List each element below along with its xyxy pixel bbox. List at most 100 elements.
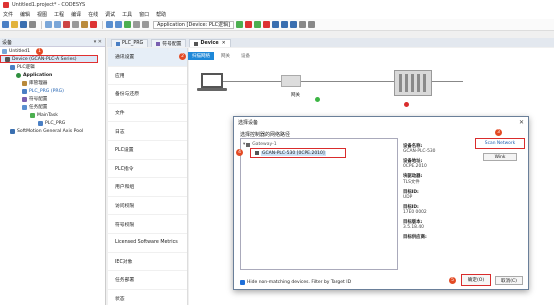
tree-item-plc-logic[interactable]: PLC逻辑	[0, 63, 105, 71]
rebuild-icon[interactable]	[142, 21, 149, 28]
tree-label: PLC_PRG	[45, 120, 66, 126]
breakpoint-icon[interactable]	[299, 21, 307, 28]
nav-label: 备份与还原	[115, 92, 139, 98]
gateway-icon[interactable]	[281, 75, 301, 87]
undo-icon[interactable]	[45, 21, 52, 28]
nav-item-symbol-rights[interactable]: 符号权限	[108, 215, 187, 234]
paste-icon[interactable]	[81, 21, 88, 28]
delete-icon[interactable]	[90, 21, 97, 28]
tree-item-softmotion[interactable]: SoftMotion General Axis Pool	[0, 127, 105, 135]
scan-network-button[interactable]: Scan Network	[475, 138, 525, 149]
dialog-title-bar: 选择设备 ✕	[234, 117, 528, 127]
step-out-icon[interactable]	[290, 21, 298, 28]
tree-item-device[interactable]: Device (GCAN-PLC-A Series)	[0, 55, 98, 63]
tab-plc-prg[interactable]: PLC_PRG	[111, 39, 149, 47]
copy-icon[interactable]	[72, 21, 79, 28]
nav-item-plc-settings[interactable]: PLC设置	[108, 141, 187, 160]
print-icon[interactable]	[29, 21, 36, 28]
stop-icon[interactable]	[263, 21, 271, 28]
symbol-config-icon	[156, 41, 161, 46]
nav-item-users-groups[interactable]: 用户和组	[108, 178, 187, 197]
step-into-icon[interactable]	[281, 21, 289, 28]
menu-tools[interactable]: 工具	[122, 11, 132, 18]
tree-item-maintask[interactable]: MainTask	[0, 111, 105, 119]
step-marker: 3	[495, 129, 502, 136]
tree-item-plc-prg[interactable]: PLC_PRG (PRG)	[0, 87, 105, 95]
expand-icon[interactable]: ▾	[243, 142, 245, 147]
login-icon[interactable]	[236, 21, 244, 28]
menu-project[interactable]: 工程	[54, 11, 64, 18]
editor-tab-bar: PLC_PRG 符号配置 Device ✕	[107, 38, 554, 47]
find-icon[interactable]	[106, 21, 113, 28]
menu-file[interactable]: 文件	[3, 11, 13, 18]
library-icon	[22, 80, 27, 86]
open-folder-icon[interactable]	[11, 21, 18, 28]
gateway-icon	[246, 142, 251, 147]
plc-slot	[405, 74, 408, 92]
wink-button[interactable]: Wink	[483, 153, 517, 161]
tree-item-project[interactable]: Untitled1 1	[0, 47, 105, 55]
new-project-icon[interactable]	[2, 21, 9, 28]
cancel-button[interactable]: 取消(C)	[495, 276, 523, 285]
device-list[interactable]: ▾ Gateway-1 4 GCAN-PLC-530 [0CPE.2010]	[236, 138, 398, 270]
menu-view[interactable]: 视图	[37, 11, 47, 18]
nav-item-files[interactable]: 文件	[108, 104, 187, 123]
device-panel-header: 设备 ▾ ✕	[0, 38, 105, 47]
select-device-dialog: 选择设备 ✕ 选择控制器的网络路径 ▾ Gateway-1 4 GCAN-PLC…	[233, 116, 529, 290]
menu-build[interactable]: 编译	[71, 11, 81, 18]
tree-item-symbol-config[interactable]: 符号配置	[0, 95, 105, 103]
nav-item-access-rights[interactable]: 访问权限	[108, 197, 187, 216]
logout-icon[interactable]	[245, 21, 253, 28]
menu-help[interactable]: 帮助	[156, 11, 166, 18]
tree-item-task-config[interactable]: 任务配置	[0, 103, 105, 111]
nav-item-backup-restore[interactable]: 备份与还原	[108, 85, 187, 104]
replace-icon[interactable]	[115, 21, 122, 28]
panel-controls-icon[interactable]: ▾ ✕	[94, 39, 102, 45]
nav-label: 通讯设置	[115, 55, 135, 61]
tab-symbol-config[interactable]: 符号配置	[151, 39, 187, 47]
plc-device-image[interactable]	[394, 70, 432, 96]
plc-slot	[417, 74, 420, 92]
tree-label: 库管理器	[29, 81, 48, 86]
menu-online[interactable]: 在线	[88, 11, 98, 18]
tree-label: Untitled1	[9, 48, 31, 54]
plc-slot	[423, 74, 426, 92]
tree-item-application[interactable]: Application	[0, 71, 105, 79]
start-icon[interactable]	[254, 21, 262, 28]
save-icon[interactable]	[20, 21, 27, 28]
close-tab-icon[interactable]: ✕	[222, 41, 226, 46]
device-address-value: 0CPE.2010	[403, 164, 427, 169]
tree-item-library-manager[interactable]: 库管理器	[0, 79, 105, 87]
tree-label: MainTask	[37, 112, 58, 118]
step-over-icon[interactable]	[272, 21, 280, 28]
bookmark-icon[interactable]	[124, 21, 131, 28]
nav-item-task-deployment[interactable]: 任务部署	[108, 271, 187, 290]
menu-edit[interactable]: 编辑	[20, 11, 30, 18]
menu-window[interactable]: 窗口	[139, 11, 149, 18]
active-application-combo[interactable]: Application [Device: PLC逻辑]	[153, 20, 235, 29]
nav-item-plc-shell[interactable]: PLC指令	[108, 160, 187, 179]
settings-icon[interactable]	[308, 21, 316, 28]
menu-bar: 文件 编辑 视图 工程 编译 在线 调试 工具 窗口 帮助	[0, 10, 554, 19]
nav-item-iec-objects[interactable]: IEC对象	[108, 253, 187, 272]
menu-debug[interactable]: 调试	[105, 11, 115, 18]
nav-item-applications[interactable]: 应用	[108, 67, 187, 86]
nav-item-communication[interactable]: 通讯设置	[108, 48, 187, 67]
build-icon[interactable]	[133, 21, 140, 28]
device-subtab[interactable]: 设备	[237, 52, 254, 60]
tab-device[interactable]: Device ✕	[189, 39, 231, 47]
ok-button[interactable]: 确定(O)	[461, 274, 491, 286]
nav-item-log[interactable]: 日志	[108, 122, 187, 141]
scan-network-subtab[interactable]: 扫描网络	[188, 52, 214, 60]
redo-icon[interactable]	[54, 21, 61, 28]
nav-item-status[interactable]: 状态	[108, 290, 187, 305]
gateway-subtab[interactable]: 网关	[217, 52, 234, 60]
tree-item-plc-prg-call[interactable]: PLC_PRG	[0, 119, 105, 127]
device-list-item[interactable]: GCAN-PLC-530 [0CPE.2010]	[250, 148, 346, 158]
network-path-label: 选择控制器的网络路径	[240, 132, 291, 138]
cut-icon[interactable]	[63, 21, 70, 28]
gateway-tree-item[interactable]: ▾ Gateway-1	[243, 142, 277, 147]
close-icon[interactable]: ✕	[519, 119, 524, 126]
filter-checkbox[interactable]	[240, 279, 245, 285]
nav-item-license-metrics[interactable]: Licensed Software Metrics	[108, 234, 187, 253]
